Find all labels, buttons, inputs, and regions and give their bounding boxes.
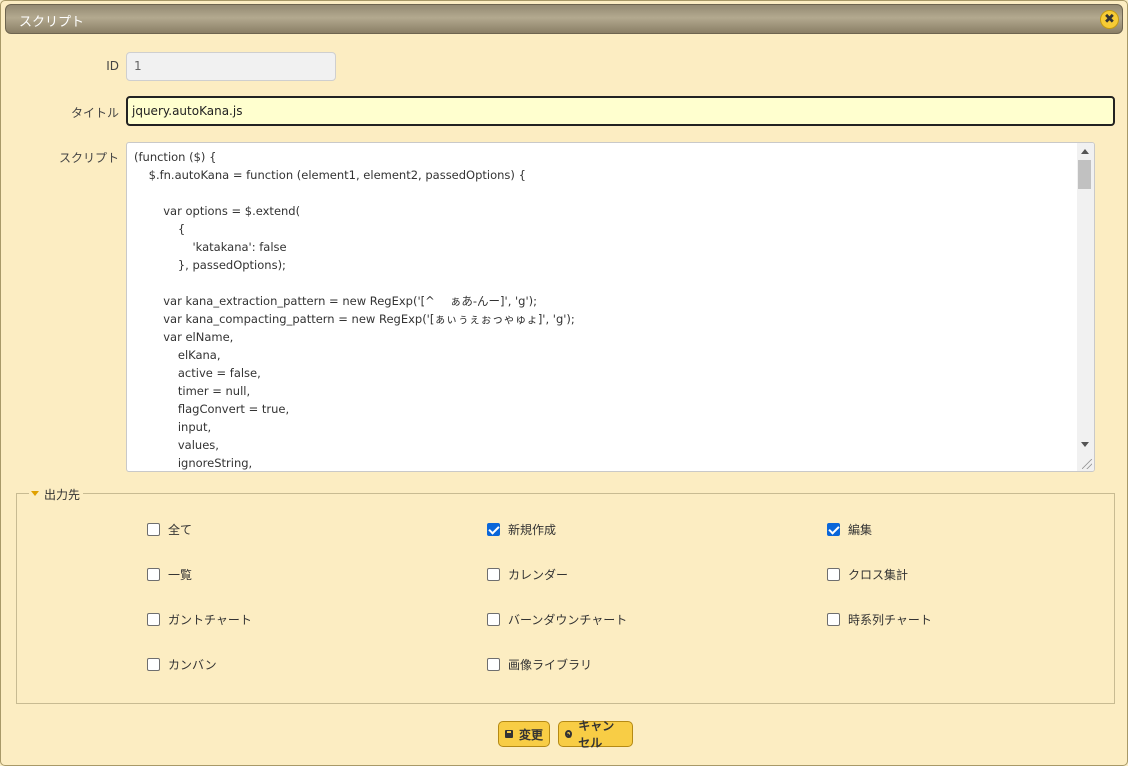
output-option[interactable]: 画像ライブラリ — [487, 656, 592, 673]
script-dialog: スクリプト ✖ ID 1 タイトル jquery.autoKana.js スクリ… — [0, 0, 1128, 766]
output-checkbox[interactable] — [147, 568, 160, 581]
caret-down-icon — [31, 491, 39, 496]
title-label: タイトル — [70, 106, 119, 120]
script-scrollbar[interactable] — [1077, 143, 1094, 471]
save-icon — [505, 730, 513, 738]
script-editor[interactable]: (function ($) { $.fn.autoKana = function… — [126, 142, 1095, 472]
save-button-label: 変更 — [519, 727, 544, 742]
output-option[interactable]: 一覧 — [147, 566, 192, 583]
output-option[interactable]: カレンダー — [487, 566, 568, 583]
output-option-label[interactable]: 時系列チャート — [848, 611, 932, 628]
dialog-title: スクリプト — [19, 15, 85, 30]
output-option[interactable]: 全て — [147, 521, 192, 538]
output-option-label[interactable]: 画像ライブラリ — [508, 656, 592, 673]
output-option-label[interactable]: クロス集計 — [848, 566, 908, 583]
output-legend-label: 出力先 — [44, 488, 81, 502]
close-icon[interactable]: ✖ — [1100, 10, 1119, 29]
output-option[interactable]: 編集 — [827, 521, 872, 538]
scroll-thumb[interactable] — [1078, 160, 1091, 189]
dialog-titlebar[interactable]: スクリプト ✖ — [5, 4, 1123, 34]
output-option-label[interactable]: カレンダー — [508, 566, 568, 583]
output-checkbox[interactable] — [827, 523, 840, 536]
cancel-button[interactable]: キャンセル — [558, 719, 633, 750]
title-field[interactable]: jquery.autoKana.js — [126, 96, 1115, 126]
output-option-label[interactable]: 新規作成 — [508, 521, 556, 538]
output-option-label[interactable]: 編集 — [848, 521, 872, 538]
output-legend[interactable]: 出力先 — [29, 486, 84, 503]
output-option-label[interactable]: カンバン — [168, 656, 217, 673]
output-checkbox[interactable] — [487, 523, 500, 536]
script-code[interactable]: (function ($) { $.fn.autoKana = function… — [134, 148, 575, 471]
cancel-icon — [565, 730, 573, 738]
output-option[interactable]: 新規作成 — [487, 521, 556, 538]
script-label: スクリプト — [58, 151, 119, 165]
output-option-label[interactable]: 全て — [168, 521, 192, 538]
output-checkbox[interactable] — [827, 568, 840, 581]
output-option[interactable]: 時系列チャート — [827, 611, 932, 628]
scroll-down-icon[interactable] — [1081, 442, 1089, 447]
output-option-label[interactable]: バーンダウンチャート — [508, 611, 627, 628]
output-checkbox[interactable] — [147, 523, 160, 536]
output-checkbox[interactable] — [487, 613, 500, 626]
resize-grip-icon[interactable] — [1082, 459, 1092, 469]
output-option[interactable]: バーンダウンチャート — [487, 611, 627, 628]
output-checkbox[interactable] — [487, 568, 500, 581]
cancel-button-label: キャンセル — [578, 719, 615, 750]
id-label: ID — [106, 59, 119, 73]
output-checkbox[interactable] — [147, 613, 160, 626]
output-option[interactable]: カンバン — [147, 656, 217, 673]
output-option[interactable]: クロス集計 — [827, 566, 908, 583]
output-checkbox[interactable] — [827, 613, 840, 626]
scroll-up-icon[interactable] — [1081, 149, 1089, 154]
output-checkbox[interactable] — [487, 658, 500, 671]
save-button[interactable]: 変更 — [498, 721, 550, 747]
output-option-label[interactable]: 一覧 — [168, 566, 192, 583]
output-option[interactable]: ガントチャート — [147, 611, 252, 628]
output-option-label[interactable]: ガントチャート — [168, 611, 252, 628]
output-checkbox[interactable] — [147, 658, 160, 671]
id-field[interactable]: 1 — [126, 52, 336, 81]
